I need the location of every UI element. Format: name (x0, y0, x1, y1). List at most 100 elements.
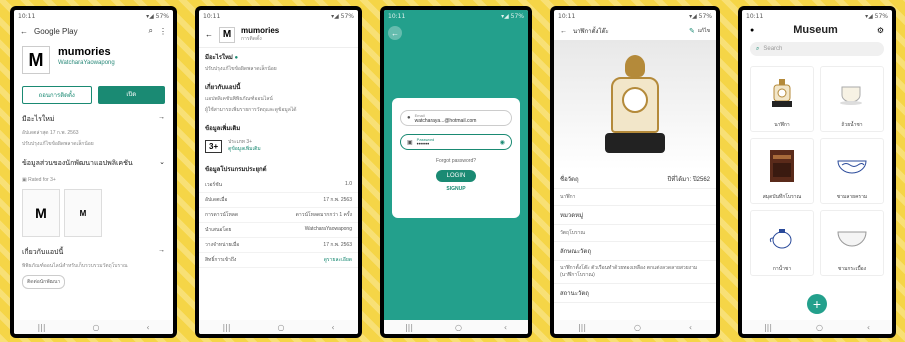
back-icon[interactable]: ‹ (689, 323, 692, 332)
back-arrow-icon[interactable]: ← (388, 26, 402, 40)
museum-grid: นาฬิกา ถ้วยน้ำชา สมุดบันทึกโบราณ ชามลายค… (742, 60, 892, 282)
status-time: 10:11 (388, 12, 406, 20)
forgot-password-link[interactable]: Forgot password? (400, 158, 512, 164)
play-store-screen: 10:11 ▾◢ 57% ← Google Play ⌕ ⋮ M mumorie… (14, 10, 173, 334)
password-field[interactable]: ▣ Password •••••• ◉ (400, 134, 512, 150)
rating-text: ประเภท 3+ (228, 138, 253, 145)
recent-apps-icon[interactable]: ||| (578, 323, 586, 332)
store-title: Google Play (34, 26, 78, 36)
category-label: หมวดหมู่ (554, 206, 716, 225)
back-icon[interactable]: ‹ (867, 323, 870, 332)
museum-item[interactable]: นาฬิกา (750, 66, 814, 132)
dish-thumbnail (821, 211, 883, 265)
recent-apps-icon[interactable]: ||| (405, 323, 413, 332)
whats-new-row[interactable]: มีอะไรใหม่ → (14, 110, 173, 129)
about-title: เกี่ยวกับแอปนี้ (205, 84, 241, 91)
app-name: mumories (58, 46, 111, 58)
uninstall-button[interactable]: ถอนการติดตั้ง (22, 86, 92, 104)
about-desc: พิพิธภัณฑ์ออนไลน์สำหรับเก็บรวบรวมวัตถุโบ… (22, 263, 128, 269)
email-field[interactable]: ● Email watcharaya...@hotmail.com (400, 110, 512, 126)
dot-icon: ● (234, 55, 239, 61)
clock-base (605, 133, 665, 153)
about-desc-2: ผู้ใช้สามารถเพิ่มรายการวัตถุและดูข้อมูลไ… (205, 107, 297, 113)
app-info-screen: 10:11 ▾◢ 57% ← M mumories การติดตั้ง มีอ… (199, 10, 358, 334)
info-key: วางจำหน่ายเมื่อ (205, 241, 240, 248)
gear-icon[interactable]: ⚙ (877, 26, 884, 35)
screenshot-thumb[interactable]: M (64, 189, 102, 237)
detail-title: นาฬิกาตั้งโต๊ะ (573, 29, 609, 35)
back-arrow-icon[interactable]: ← (560, 28, 567, 35)
description-label: ลักษณะวัตถุ (554, 242, 716, 261)
app-sub: การติดตั้ง (241, 36, 262, 42)
screenshot-thumb[interactable]: M (22, 189, 60, 237)
rating-badge-icon: ▣ (22, 177, 27, 183)
museum-screen: 10:11 ▾◢ 57% ● Museum ⚙ ⌕ Search นาฬิกา (742, 10, 892, 334)
info-value: 1.0 (345, 180, 352, 187)
contact-chip[interactable]: ติดต่อนักพัฒนา (22, 275, 66, 289)
object-photo (554, 40, 716, 170)
home-icon[interactable]: ○ (277, 323, 284, 332)
search-icon[interactable]: ⌕ (149, 26, 153, 36)
info-value: ดูรายละเอียด (323, 256, 352, 263)
back-icon[interactable]: ‹ (146, 323, 149, 332)
info-row: นำเสนอโดย WatcharaYaowapong (199, 223, 358, 238)
rating-link[interactable]: ดูข้อมูลเพิ่มเติม (228, 146, 261, 154)
home-icon[interactable]: ○ (816, 323, 823, 332)
search-placeholder: Search (763, 46, 783, 52)
back-icon[interactable]: ‹ (331, 323, 334, 332)
about-row[interactable]: เกี่ยวกับแอปนี้ → (14, 243, 173, 262)
developer-link[interactable]: WatcharaYaowapong (58, 60, 115, 66)
search-input[interactable]: ⌕ Search (750, 42, 884, 56)
object-value: นาฬิกา (554, 189, 716, 206)
home-icon[interactable]: ○ (92, 323, 99, 332)
login-card: ● Email watcharaya...@hotmail.com ▣ Pass… (392, 98, 520, 218)
login-button[interactable]: LOGIN (436, 170, 476, 182)
app-logo-icon: M (22, 46, 50, 74)
museum-item[interactable]: ชามลายคราม (820, 138, 884, 204)
object-label: ชื่อวัตถุ (560, 177, 579, 183)
status-bar: 10:11 ▾◢ 57% (742, 10, 892, 22)
clock-ornament (625, 55, 645, 77)
signup-link[interactable]: SIGNUP (400, 186, 512, 192)
museum-item[interactable]: ชามกระเบื้อง (820, 210, 884, 276)
recent-apps-icon[interactable]: ||| (37, 323, 45, 332)
info-row: อัปเดตเมื่อ 17 ก.พ. 2563 (199, 193, 358, 208)
eye-icon[interactable]: ◉ (500, 139, 505, 146)
data-safety-row[interactable]: ข้อมูลส่วนของนักพัฒนาแอปพลิเคชัน ⌄ (14, 154, 173, 173)
status-icons: ▾◢ 57% (331, 12, 354, 20)
chevron-down-icon: ⌄ (159, 159, 165, 166)
teacup-thumbnail (821, 67, 883, 121)
edit-pencil-icon[interactable]: ✎ (689, 27, 695, 35)
info-value: 17 ก.พ. 2563 (323, 241, 352, 248)
phone-1-play-store: 10:11 ▾◢ 57% ← Google Play ⌕ ⋮ M mumorie… (10, 6, 177, 338)
phone-3-login: 10:11 ▾◢ 57% ← ● Email watcharaya...@hot… (380, 6, 532, 338)
recent-apps-icon[interactable]: ||| (764, 323, 772, 332)
museum-item[interactable]: ถ้วยน้ำชา (820, 66, 884, 132)
back-icon[interactable]: ‹ (504, 323, 507, 332)
app-header: M mumories WatcharaYaowapong (14, 40, 173, 80)
rating-badge-text: Rated for 3+ (28, 177, 56, 183)
recent-apps-icon[interactable]: ||| (222, 323, 230, 332)
info-row[interactable]: สิทธิ์การเข้าถึง ดูรายละเอียด (199, 253, 358, 268)
rating-title: ข้อมูลเพิ่มเติม (205, 125, 241, 132)
edit-label[interactable]: แก้ไข (698, 27, 710, 35)
home-icon[interactable]: ○ (455, 323, 462, 332)
system-nav: ||| ○ ‹ (554, 320, 716, 334)
phone-4-object-detail: 10:11 ▾◢ 57% ← นาฬิกาตั้งโต๊ะ ✎ แก้ไข ชื… (550, 6, 720, 338)
status-icons: ▾◢ 57% (865, 12, 888, 20)
item-label: ถ้วยน้ำชา (841, 122, 863, 128)
back-arrow-icon[interactable]: ← (205, 30, 213, 39)
museum-item[interactable]: กาน้ำชา (750, 210, 814, 276)
back-arrow-icon[interactable]: ← (20, 27, 28, 36)
user-icon: ● (407, 115, 411, 121)
screenshot-strip[interactable]: M M (14, 183, 173, 243)
museum-item[interactable]: สมุดบันทึกโบราณ (750, 138, 814, 204)
play-toolbar: ← Google Play ⌕ ⋮ (14, 22, 173, 40)
add-item-button[interactable]: + (807, 294, 827, 314)
whats-new-desc: ปรับปรุงแก้ไขข้อผิดพลาดเล็กน้อย (22, 141, 94, 147)
password-value: •••••• (416, 141, 430, 148)
more-icon[interactable]: ⋮ (159, 27, 167, 36)
open-button[interactable]: เปิด (97, 86, 165, 104)
home-icon[interactable]: ○ (634, 323, 641, 332)
about-desc: แอปพลิเคชันพิพิธภัณฑ์ออนไลน์ (205, 95, 273, 102)
